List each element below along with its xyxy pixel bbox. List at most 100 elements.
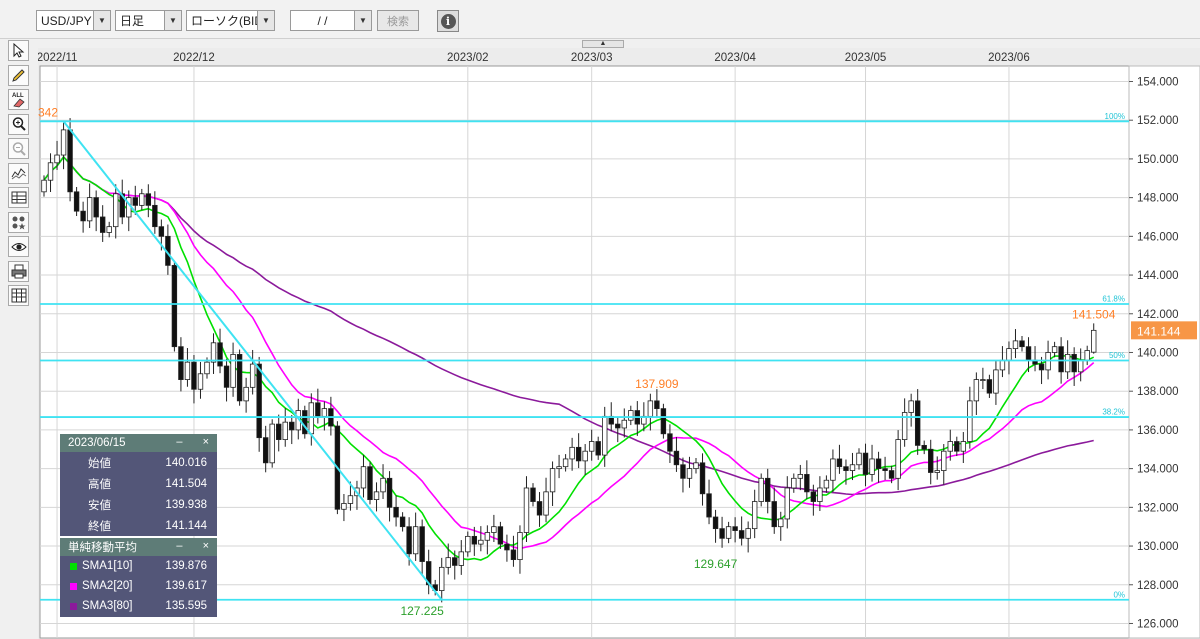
candle-body (732, 526, 738, 531)
candle-body (178, 346, 184, 380)
candle-body (517, 532, 523, 561)
candle-body (771, 501, 777, 528)
cursor-icon[interactable] (8, 40, 29, 61)
candle-body (41, 179, 47, 193)
chevron-down-icon[interactable]: ▼ (164, 11, 181, 30)
candle-body (986, 379, 993, 394)
candle-body (152, 204, 158, 228)
price-annotation: 127.225 (400, 604, 444, 618)
candle-body (817, 487, 823, 502)
candle-body (895, 439, 901, 479)
candle-body (439, 566, 445, 591)
y-tick-label: 136.000 (1137, 425, 1179, 437)
candle-body (223, 365, 230, 388)
candle-body (523, 487, 530, 533)
y-tick-label: 134.000 (1137, 464, 1179, 476)
table-icon[interactable] (8, 285, 29, 306)
candle-body (1071, 354, 1077, 373)
interval-select[interactable]: 日足 ▼ (115, 10, 182, 31)
calendar-dropdown-icon[interactable]: ▼ (354, 11, 371, 30)
sma-value: 139.617 (165, 580, 207, 592)
candle-body (921, 444, 927, 450)
candle-body (504, 543, 510, 551)
zoom-out-icon[interactable] (8, 138, 29, 159)
candle-body (999, 359, 1006, 371)
minimize-icon[interactable]: – (176, 540, 182, 552)
candle-body (549, 468, 556, 493)
chevron-down-icon[interactable]: ▼ (93, 11, 110, 30)
x-tick-label: 2022/12 (173, 52, 215, 64)
sma-label: SMA3[80] (82, 600, 133, 612)
candle-body (204, 361, 210, 375)
zoom-in-icon[interactable] (8, 113, 29, 135)
candle-body (791, 477, 797, 489)
candle-body (615, 423, 621, 429)
price-annotation: 342 (38, 105, 58, 119)
candle-body (856, 452, 862, 466)
candle-body (530, 487, 536, 502)
candle-body (412, 526, 419, 555)
y-tick-label: 144.000 (1137, 270, 1179, 282)
candle-body (947, 441, 953, 452)
candle-body (543, 491, 549, 516)
sma-panel-title: 単純移動平均 (68, 542, 137, 554)
y-tick-label: 130.000 (1137, 541, 1179, 553)
pencil-icon[interactable] (8, 64, 29, 86)
candle-body (875, 458, 882, 470)
candle-body (862, 452, 869, 475)
candle-body (471, 535, 478, 545)
candle-body (1084, 350, 1090, 361)
collapse-panel-button[interactable]: ▲ (582, 40, 624, 48)
all-eraser-icon[interactable]: ALL (8, 89, 29, 110)
candle-body (367, 466, 373, 500)
candle-body (308, 402, 315, 435)
candle-body (393, 506, 399, 518)
candle-body (373, 491, 380, 500)
y-tick-label: 146.000 (1137, 231, 1179, 243)
close-icon[interactable]: × (203, 540, 209, 552)
candle-body (262, 437, 269, 464)
candle-body (765, 477, 771, 502)
price-annotation: 137.909 (635, 377, 679, 391)
print-icon[interactable] (8, 260, 29, 282)
info-button[interactable]: i (437, 10, 459, 32)
candle-body (569, 446, 575, 460)
y-tick-label: 150.000 (1137, 154, 1179, 166)
chart-type-select[interactable]: ローソク(BID) ▼ (186, 10, 275, 31)
indicator-icon[interactable] (8, 162, 29, 184)
data-window-icon[interactable] (8, 187, 29, 208)
eye-icon[interactable] (8, 236, 29, 257)
candle-body (478, 539, 484, 545)
candle-body (315, 402, 321, 417)
candle-body (882, 468, 888, 471)
ohlc-date: 2023/06/15 (68, 437, 126, 449)
candle-body (113, 193, 119, 228)
y-tick-label: 128.000 (1137, 580, 1179, 592)
sma-row: SMA3[80] 135.595 (60, 596, 217, 616)
display-settings-icon[interactable] (8, 211, 29, 233)
candle-body (973, 379, 980, 402)
candle-body (556, 466, 562, 470)
x-tick-label: 2023/05 (845, 52, 887, 64)
fibonacci-label: 38.2% (1102, 408, 1125, 417)
candle-body (575, 446, 582, 462)
candle-body (967, 400, 973, 442)
close-icon[interactable]: × (203, 436, 209, 448)
search-button[interactable]: 検索 (377, 10, 419, 31)
candle-body (243, 386, 249, 402)
sma-label: SMA2[20] (82, 580, 133, 592)
candle-body (452, 557, 458, 566)
chevron-down-icon[interactable]: ▼ (257, 11, 274, 30)
candle-body (1091, 329, 1097, 353)
symbol-select[interactable]: USD/JPY ▼ (36, 10, 111, 31)
candle-body (465, 535, 471, 553)
candle-body (934, 470, 940, 473)
candle-body (106, 226, 112, 233)
y-tick-label: 126.000 (1137, 618, 1179, 630)
candle-body (849, 464, 856, 471)
candle-body (54, 154, 60, 164)
candle-body (184, 361, 191, 380)
candle-body (823, 479, 830, 489)
date-input[interactable]: / / ▼ (290, 10, 372, 31)
minimize-icon[interactable]: – (176, 436, 182, 448)
